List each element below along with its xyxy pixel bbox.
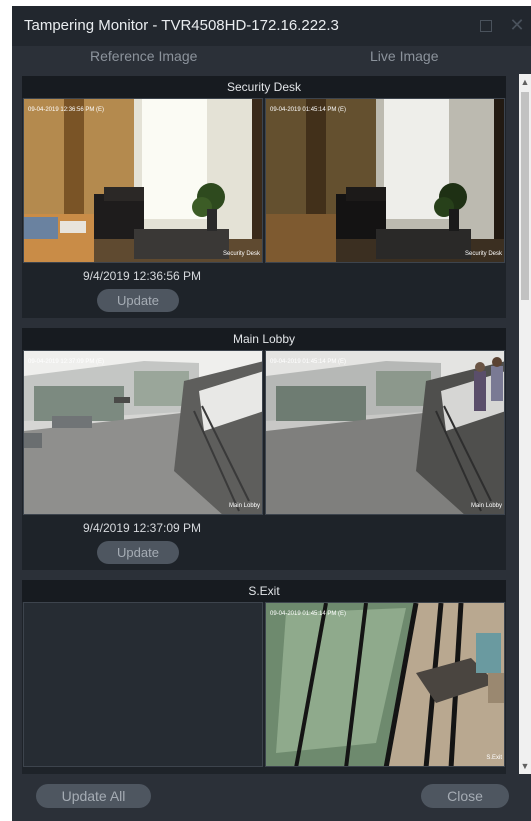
reference-image-empty bbox=[23, 602, 263, 767]
camera-osd-timestamp: 09-04-2019 12:36:56 PM (E) bbox=[28, 107, 104, 113]
reference-image: 09-04-2019 12:36:56 PM (E) Security Desk bbox=[23, 98, 263, 263]
scrollbar-thumb[interactable] bbox=[521, 92, 529, 300]
camera-osd-caption: Security Desk bbox=[223, 251, 261, 257]
camera-osd-timestamp: 09-04-2019 01:45:14 PM (E) bbox=[270, 359, 346, 365]
camera-osd-caption: Main Lobby bbox=[229, 503, 260, 509]
reference-timestamp: 9/4/2019 12:37:09 PM bbox=[82, 521, 202, 535]
tampering-monitor-window: Tampering Monitor - TVR4508HD-172.16.222… bbox=[12, 6, 531, 821]
camera-osd-timestamp: 09-04-2019 01:45:14 PM (E) bbox=[270, 611, 346, 617]
live-image: 09-04-2019 01:45:14 PM (E) S.Exit bbox=[265, 602, 505, 767]
camera-panel-s-exit: S.Exit 09-04-2019 01:45:14 PM (E) S.Exit bbox=[22, 580, 506, 774]
update-all-button[interactable]: Update All bbox=[36, 784, 151, 808]
camera-osd-timestamp: 09-04-2019 01:45:14 PM (E) bbox=[270, 107, 346, 113]
update-button[interactable]: Update bbox=[97, 541, 179, 564]
close-icon[interactable]: ✕ bbox=[508, 15, 526, 35]
camera-osd-caption: Security Desk bbox=[465, 251, 503, 257]
reference-timestamp: 9/4/2019 12:36:56 PM bbox=[82, 269, 202, 283]
maximize-icon[interactable] bbox=[480, 20, 492, 32]
camera-title: S.Exit bbox=[22, 580, 506, 602]
camera-osd-caption: S.Exit bbox=[486, 755, 502, 761]
camera-title: Security Desk bbox=[22, 76, 506, 98]
camera-osd-timestamp: 09-04-2019 12:37:09 PM (E) bbox=[28, 359, 104, 365]
vertical-scrollbar[interactable]: ▲ ▼ bbox=[519, 74, 531, 774]
live-image: 09-04-2019 01:45:14 PM (E) Main Lobby bbox=[265, 350, 505, 515]
reference-image: 09-04-2019 12:37:09 PM (E) Main Lobby bbox=[23, 350, 263, 515]
live-image: 09-04-2019 01:45:14 PM (E) Security Desk bbox=[265, 98, 505, 263]
live-image-header: Live Image bbox=[370, 48, 439, 64]
camera-title: Main Lobby bbox=[22, 328, 506, 350]
window-title: Tampering Monitor - TVR4508HD-172.16.222… bbox=[24, 17, 339, 34]
camera-panel-security-desk: Security Desk 09-04-2019 12:36:56 PM (E)… bbox=[22, 76, 506, 318]
close-button[interactable]: Close bbox=[421, 784, 509, 808]
camera-list[interactable]: Security Desk 09-04-2019 12:36:56 PM (E)… bbox=[22, 74, 519, 774]
camera-osd-caption: Main Lobby bbox=[471, 503, 502, 509]
update-button[interactable]: Update bbox=[97, 289, 179, 312]
title-bar[interactable]: Tampering Monitor - TVR4508HD-172.16.222… bbox=[12, 6, 531, 46]
reference-image-header: Reference Image bbox=[90, 48, 198, 64]
camera-panel-main-lobby: Main Lobby 09-04-2019 12:37:09 PM (E) Ma… bbox=[22, 328, 506, 570]
chevron-down-icon[interactable]: ▼ bbox=[519, 758, 531, 774]
chevron-up-icon[interactable]: ▲ bbox=[519, 74, 531, 90]
